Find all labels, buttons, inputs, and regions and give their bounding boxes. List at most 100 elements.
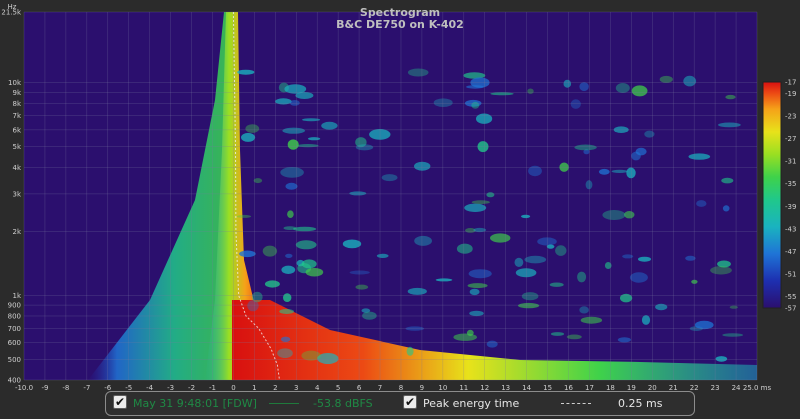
resonance-ripple: [275, 98, 292, 105]
y-tick-label: 1k: [12, 292, 21, 300]
y-tick-label: 900: [8, 302, 21, 310]
colorbar: [762, 81, 782, 309]
x-tick-label: -7: [83, 384, 90, 392]
colorbar-tick-label: -17: [785, 79, 796, 87]
resonance-ripple: [579, 306, 589, 314]
colorbar-tick-label: -27: [785, 135, 796, 143]
resonance-ripple: [471, 200, 490, 205]
resonance-ripple: [406, 346, 414, 356]
resonance-ripple: [718, 122, 741, 128]
resonance-ripple: [253, 178, 263, 184]
colorbar-tick-label: -47: [785, 248, 796, 256]
chart-subtitle: B&C DE750 on K-402: [336, 18, 464, 31]
resonance-ripple: [555, 245, 567, 256]
resonance-ripple: [355, 144, 374, 151]
resonance-ripple: [414, 235, 432, 246]
resonance-ripple: [464, 203, 487, 212]
resonance-ripple: [518, 302, 540, 309]
resonance-ripple: [725, 94, 736, 100]
resonance-ripple: [624, 211, 635, 219]
resonance-ripple: [349, 191, 367, 196]
series1-checkbox[interactable]: ✔: [113, 395, 127, 409]
colorbar-tick-label: -35: [785, 180, 796, 188]
series2-checkbox[interactable]: ✔: [403, 395, 417, 409]
x-tick-label: -10.0: [15, 384, 33, 392]
resonance-ripple: [287, 210, 294, 218]
y-tick-label: 2k: [12, 228, 21, 236]
resonance-ripple: [283, 293, 292, 302]
resonance-ripple: [626, 167, 636, 179]
resonance-ripple: [638, 256, 651, 262]
resonance-ripple: [456, 243, 473, 254]
resonance-ripple: [471, 101, 480, 109]
y-tick-label: 5k: [12, 143, 21, 151]
resonance-ripple: [486, 192, 495, 198]
colorbar-tick-label: -43: [785, 225, 796, 233]
resonance-ripple: [295, 240, 317, 250]
resonance-ripple: [264, 280, 280, 288]
resonance-ripple: [435, 278, 453, 282]
resonance-ripple: [362, 311, 377, 320]
resonance-ripple: [659, 75, 673, 83]
resonance-ripple: [321, 121, 338, 130]
resonance-ripple: [521, 214, 531, 219]
resonance-ripple: [617, 337, 632, 343]
resonance-ripple: [549, 282, 564, 287]
resonance-ripple: [629, 272, 648, 283]
resonance-ripple: [722, 333, 744, 337]
resonance-ripple: [598, 168, 610, 175]
x-tick-label: -8: [62, 384, 69, 392]
resonance-ripple: [279, 309, 294, 314]
resonance-ripple: [490, 92, 514, 96]
series2-label: Peak energy time: [423, 397, 520, 410]
resonance-ripple: [414, 161, 431, 171]
resonance-ripple: [688, 153, 711, 160]
resonance-ripple: [405, 326, 424, 331]
resonance-ripple: [239, 250, 256, 258]
resonance-ripple: [644, 130, 655, 138]
y-tick-label: 8k: [12, 100, 21, 108]
resonance-ripple: [285, 253, 293, 258]
resonance-ripple: [622, 254, 634, 259]
y-tick-label: 9k: [12, 89, 21, 97]
resonance-ripple: [515, 268, 537, 278]
resonance-ripple: [710, 266, 732, 275]
resonance-ripple: [546, 244, 555, 249]
resonance-ripple: [469, 310, 484, 317]
resonance-ripple: [381, 174, 398, 182]
resonance-ripple: [729, 305, 738, 309]
resonance-ripple: [721, 177, 734, 184]
resonance-ripple: [251, 291, 263, 303]
resonance-ripple: [574, 144, 597, 151]
resonance-ripple: [281, 265, 296, 274]
resonance-ripple: [282, 127, 306, 134]
resonance-ripple: [453, 333, 478, 341]
series2-line-swatch: [561, 403, 591, 404]
colorbar-tick-label: -51: [785, 271, 796, 279]
resonance-ripple: [407, 287, 427, 295]
colorbar-tick-label: -57: [785, 305, 796, 313]
y-tick-label: 4k: [12, 164, 21, 172]
series1-value: -53.8 dBFS: [313, 397, 373, 410]
x-tick-label: 24: [732, 384, 741, 392]
x-tick-label: 25.0 ms: [743, 384, 772, 392]
resonance-ripple: [490, 233, 511, 243]
resonance-ripple: [486, 340, 498, 348]
resonance-ripple: [570, 99, 581, 109]
y-tick-label: 500: [8, 356, 21, 364]
spectrogram-chart: -10.0 -9 -8 -7 -6 -5 -4 -3 -2 -1 0 1 2 3 4 5 6 7 8 9 10 11 12 1…: [0, 0, 800, 419]
resonance-ripple: [245, 124, 260, 133]
series2-value: 0.25 ms: [618, 397, 663, 410]
resonance-ripple: [563, 79, 572, 88]
resonance-ripple: [301, 350, 321, 361]
colorbar-tick-label: -31: [785, 158, 796, 166]
resonance-ripple: [602, 210, 626, 220]
series1-label: May 31 9:48:01 [FDW]: [133, 397, 257, 410]
resonance-ripple: [236, 214, 252, 218]
resonance-ripple: [527, 88, 534, 94]
resonance-ripple: [280, 167, 304, 178]
y-tick-label: 400: [8, 377, 21, 385]
resonance-ripple: [631, 151, 641, 161]
resonance-ripple: [696, 200, 707, 207]
resonance-ripple: [641, 315, 651, 325]
